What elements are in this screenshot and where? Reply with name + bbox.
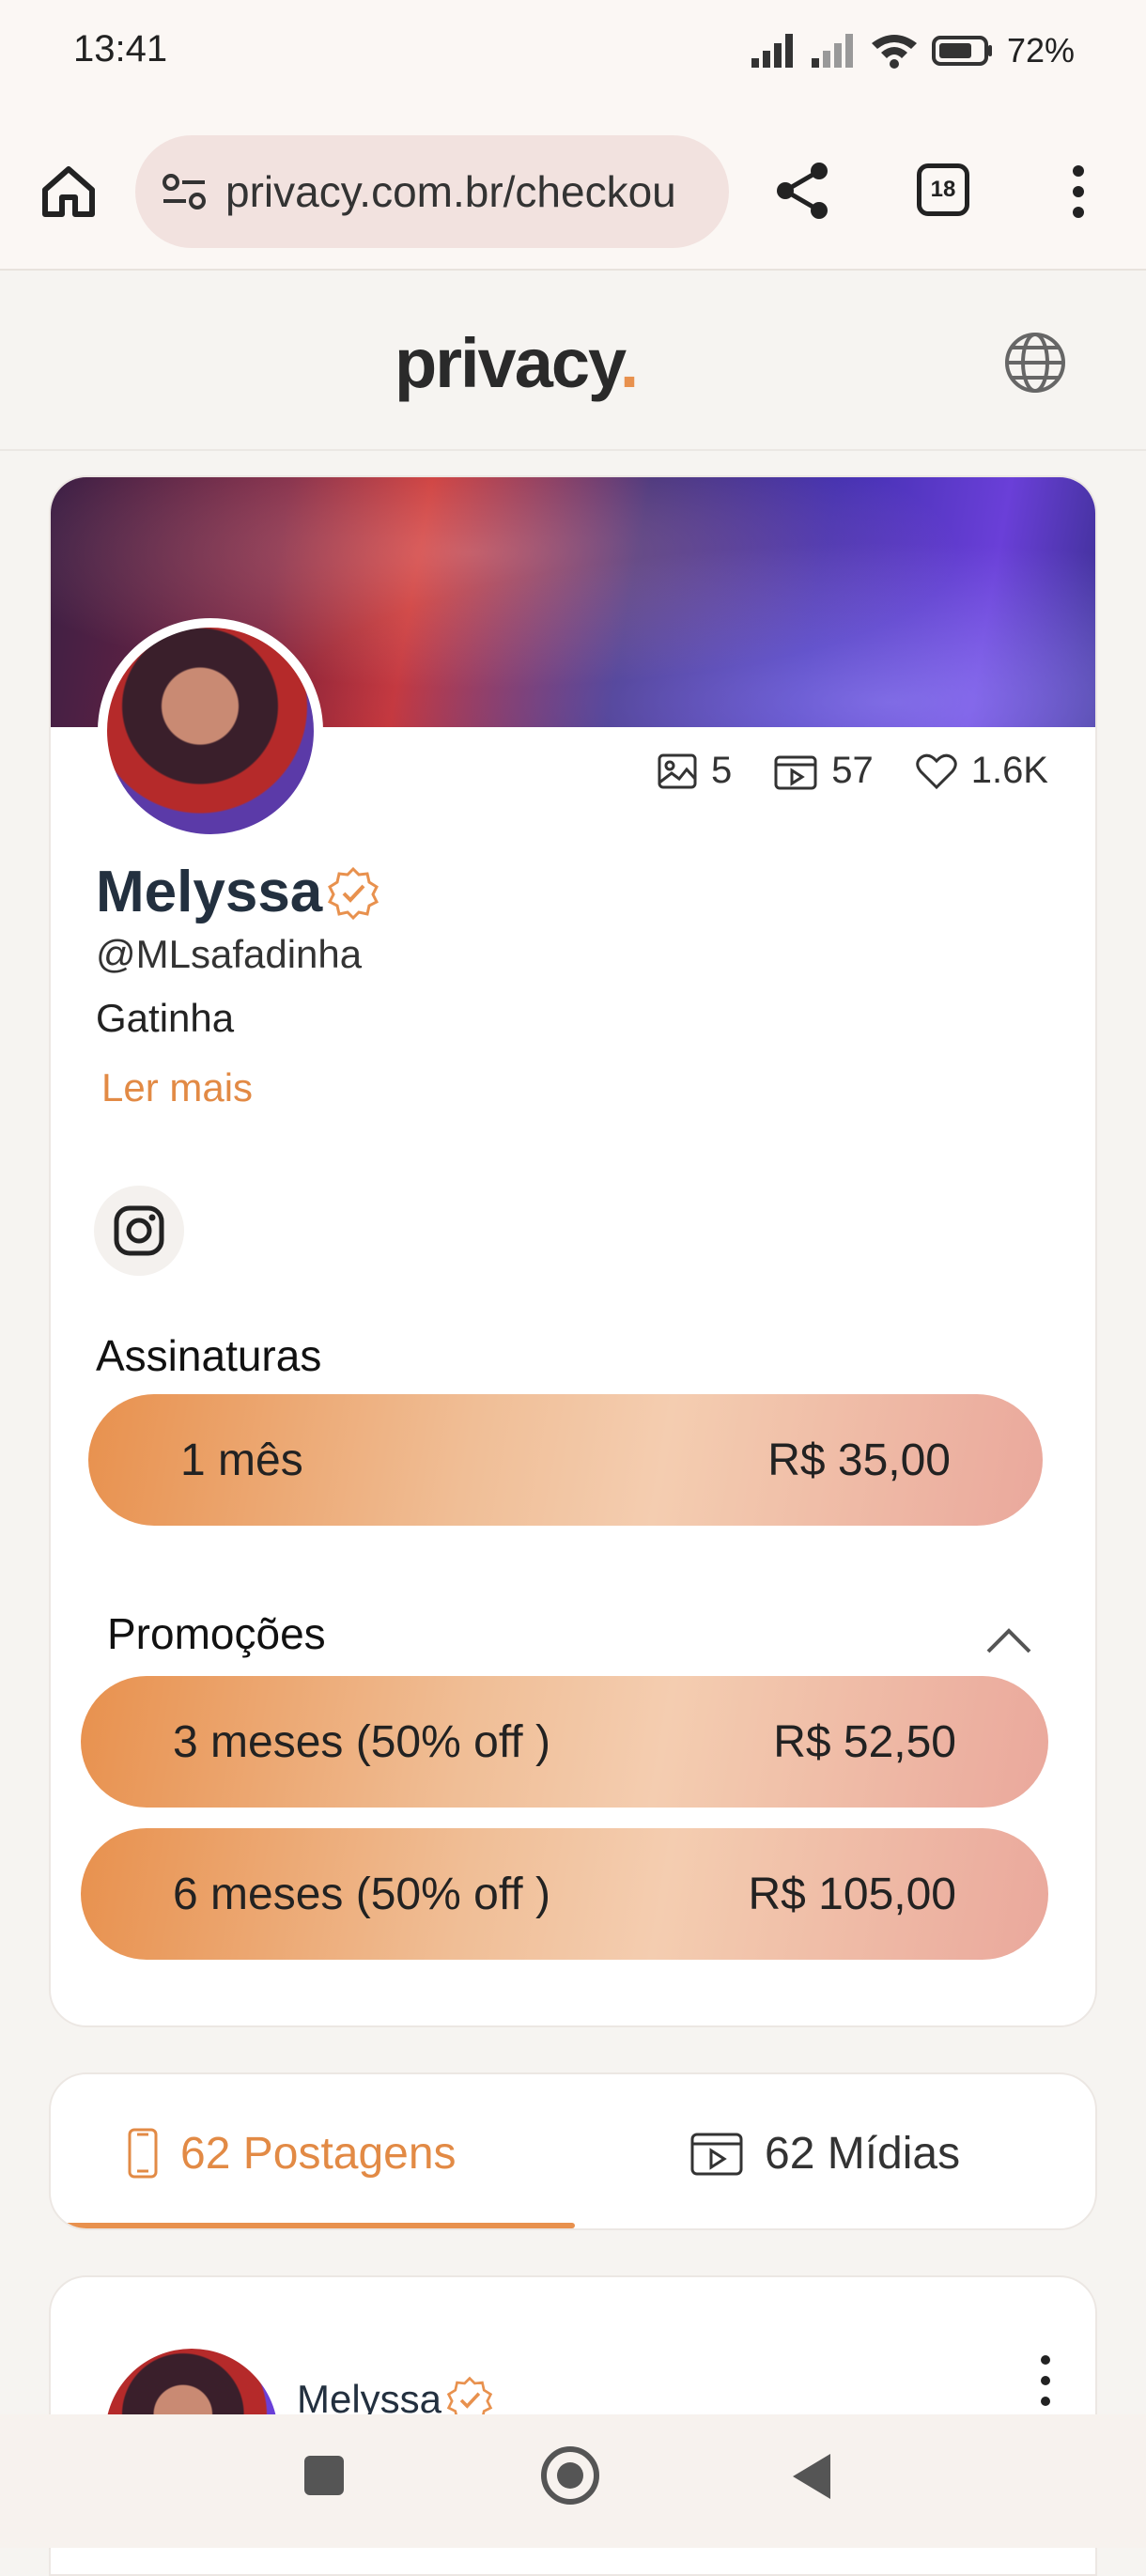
instagram-button[interactable] (94, 1186, 184, 1276)
status-bar: 13:41 72% (0, 0, 1146, 113)
battery-percent: 72% (1006, 31, 1075, 70)
videos-count: 57 (831, 750, 874, 791)
signal-icon (751, 34, 793, 68)
site-settings-icon[interactable] (158, 165, 210, 218)
photos-stat: 5 (657, 750, 732, 792)
likes-stat: 1.6K (915, 750, 1048, 792)
profile-name: Melyssa (96, 859, 380, 925)
tab-media-label: 62 Mídias (765, 2128, 961, 2179)
subscriptions-title: Assinaturas (96, 1331, 322, 1380)
browser-toolbar: privacy.com.br/checkou 18 (0, 113, 1146, 271)
phone-icon (128, 2128, 158, 2179)
videos-stat: 57 (773, 750, 874, 792)
back-icon[interactable] (787, 2450, 834, 2503)
plan-label: 6 meses (50% off ) (173, 1869, 550, 1919)
read-more-link[interactable]: Ler mais (101, 1065, 253, 1110)
tab-media[interactable]: 62 Mídias (689, 2074, 961, 2228)
wifi-icon (871, 35, 917, 69)
profile-handle: @MLsafadinha (96, 932, 363, 976)
profile-card: 5 57 1.6K Melyssa @MLsafadinha Gatinha L… (49, 475, 1097, 2027)
plan-label: 3 meses (50% off ) (173, 1716, 550, 1767)
instagram-icon (114, 1205, 164, 1256)
chevron-up-icon[interactable] (981, 1622, 1037, 1659)
battery-icon (931, 36, 992, 66)
app-header: privacy. (0, 272, 1146, 451)
status-icons: 72% (750, 28, 1075, 73)
promotions-title: Promoções (107, 1609, 326, 1658)
image-icon (658, 753, 697, 788)
plan-price: R$ 52,50 (773, 1716, 956, 1767)
signal-2-icon (811, 34, 853, 68)
plan-price: R$ 35,00 (767, 1435, 951, 1485)
verified-icon (328, 866, 379, 920)
tab-posts-label: 62 Postagens (180, 2128, 457, 2179)
url-bar[interactable]: privacy.com.br/checkou (135, 135, 729, 248)
video-icon (690, 2133, 743, 2176)
plan-3-months-button[interactable]: 3 meses (50% off ) R$ 52,50 (81, 1676, 1048, 1808)
more-options-icon[interactable] (1052, 162, 1105, 222)
status-time: 13:41 (73, 28, 168, 70)
globe-icon[interactable] (1001, 329, 1069, 396)
post-options-icon[interactable] (1031, 2352, 1060, 2409)
profile-bio: Gatinha (96, 996, 235, 1040)
privacy-logo[interactable]: privacy. (395, 323, 639, 403)
tab-posts[interactable]: 62 Postagens (126, 2074, 457, 2228)
active-tab-indicator (51, 2223, 575, 2228)
avatar[interactable] (98, 618, 323, 844)
photos-count: 5 (710, 750, 733, 791)
plan-6-months-button[interactable]: 6 meses (50% off ) R$ 105,00 (81, 1828, 1048, 1960)
heart-icon (915, 753, 957, 789)
tab-switcher-button[interactable]: 18 (917, 163, 969, 216)
likes-count: 1.6K (970, 750, 1048, 791)
plan-1-month-button[interactable]: 1 mês R$ 35,00 (88, 1394, 1043, 1526)
home-icon[interactable] (36, 158, 101, 224)
content-tabs: 62 Postagens 62 Mídias (49, 2072, 1097, 2230)
system-nav-bar (0, 2414, 1146, 2548)
home-button[interactable] (541, 2446, 599, 2505)
video-icon (774, 755, 817, 789)
share-icon[interactable] (770, 158, 836, 224)
plan-price: R$ 105,00 (748, 1869, 956, 1919)
plan-label: 1 mês (180, 1435, 303, 1485)
profile-stats: 5 57 1.6K (657, 750, 1048, 792)
url-text: privacy.com.br/checkou (225, 167, 676, 216)
recent-apps-button[interactable] (304, 2456, 344, 2495)
